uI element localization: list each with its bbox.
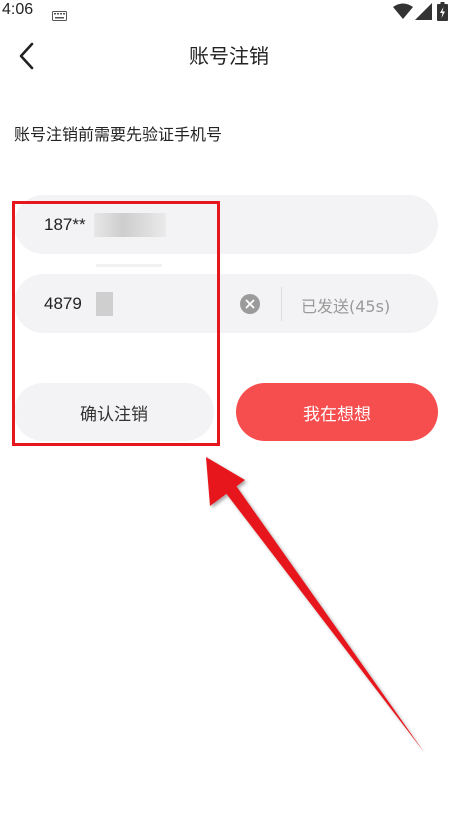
confirm-cancel-label: 确认注销 bbox=[80, 404, 148, 425]
blur-artifact bbox=[88, 254, 166, 274]
instruction-text: 账号注销前需要先验证手机号 bbox=[14, 125, 223, 144]
confirm-cancel-button[interactable]: 确认注销 bbox=[14, 383, 214, 441]
page-title: 账号注销 bbox=[189, 44, 269, 68]
status-time: 4:06 bbox=[2, 1, 34, 18]
clear-circle-icon[interactable] bbox=[240, 294, 260, 314]
code-field[interactable]: 4879 已发送(45s) bbox=[14, 274, 438, 333]
reconsider-button[interactable]: 我在想想 bbox=[236, 383, 438, 441]
status-bar: 4:06 bbox=[0, 0, 458, 24]
keyboard-icon bbox=[52, 6, 67, 25]
signal-icon bbox=[415, 3, 432, 24]
battery-charging-icon bbox=[437, 2, 448, 25]
field-divider bbox=[281, 287, 282, 321]
wifi-icon bbox=[393, 3, 413, 24]
phone-value: 187** bbox=[44, 215, 86, 234]
code-blur-mask bbox=[96, 292, 113, 316]
phone-field[interactable]: 187** bbox=[14, 195, 438, 254]
phone-blur-mask bbox=[94, 213, 166, 237]
reconsider-label: 我在想想 bbox=[303, 404, 371, 425]
resend-countdown: 已发送(45s) bbox=[301, 297, 391, 316]
code-value: 4879 bbox=[44, 294, 82, 313]
